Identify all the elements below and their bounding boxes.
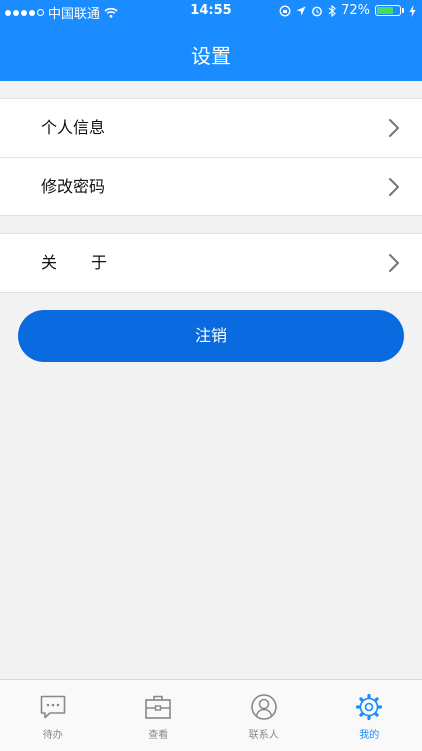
tab-label: 联系人 [211, 726, 317, 741]
charging-bolt-icon [409, 5, 416, 17]
tab-contacts[interactable]: 联系人 [211, 680, 317, 751]
battery-percentage: 72% [341, 3, 370, 18]
briefcase-icon [144, 693, 172, 721]
battery-icon [375, 5, 401, 16]
gear-icon [355, 693, 383, 721]
contact-icon [250, 693, 278, 721]
tab-bar: 待办 查看 联系人 我的 [0, 679, 422, 751]
tab-mine[interactable]: 我的 [317, 680, 422, 751]
status-bar: 中国联通 14:55 72% [0, 0, 422, 22]
tab-view[interactable]: 查看 [106, 680, 212, 751]
chevron-right-icon [387, 177, 401, 197]
settings-row-change-password[interactable]: 修改密码 [0, 157, 422, 215]
logout-button[interactable]: 注销 [18, 310, 404, 362]
settings-row-profile[interactable]: 个人信息 [0, 99, 422, 157]
alarm-icon [311, 5, 323, 17]
battery-level-fill [377, 7, 393, 14]
settings-row-about[interactable]: 关于 [0, 234, 422, 292]
page-title: 设置 [0, 40, 422, 69]
tab-todo[interactable]: 待办 [0, 680, 106, 751]
rotation-lock-icon [279, 5, 291, 17]
tab-label: 查看 [106, 726, 212, 741]
settings-row-label: 修改密码 [41, 158, 105, 216]
settings-row-label: 关于 [41, 234, 141, 292]
status-right: 72% [279, 3, 416, 18]
header-bar: 中国联通 14:55 72% [0, 0, 422, 81]
bluetooth-icon [328, 5, 336, 17]
tab-label: 我的 [317, 726, 422, 741]
settings-row-label: 个人信息 [41, 99, 105, 157]
battery-tip [402, 8, 404, 13]
settings-group-about: 关于 [0, 233, 422, 293]
location-icon [296, 6, 306, 16]
chevron-right-icon [387, 118, 401, 138]
message-icon [39, 693, 67, 721]
settings-group-account: 个人信息 修改密码 [0, 98, 422, 216]
chevron-right-icon [387, 253, 401, 273]
tab-label: 待办 [0, 726, 106, 741]
